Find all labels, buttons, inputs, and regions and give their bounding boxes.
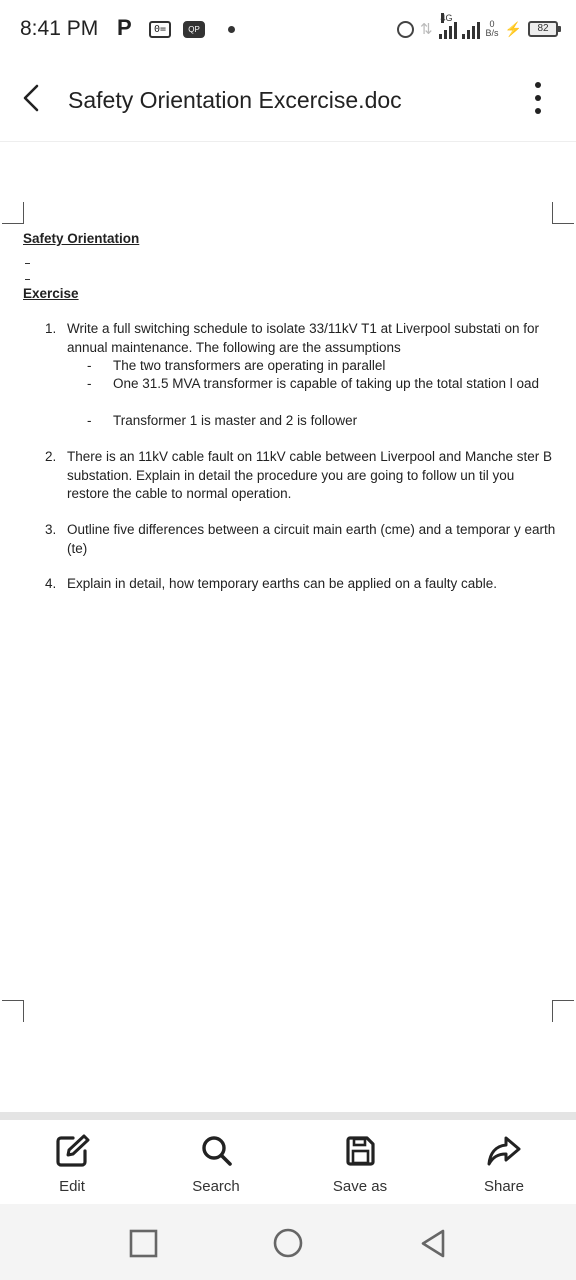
- bottom-toolbar: Edit Search Save as Share: [0, 1120, 576, 1204]
- sub-item-bullet: -: [87, 358, 92, 373]
- back-button[interactable]: [14, 80, 50, 116]
- triangle-back-icon: [421, 1229, 445, 1258]
- sub-item-bullet: -: [87, 376, 92, 391]
- share-button[interactable]: Share: [432, 1120, 576, 1204]
- crop-mark-top-left: [2, 202, 24, 224]
- sim-notification-icon: 0=: [149, 21, 171, 38]
- question-text: Outline five differences between a circu…: [67, 522, 556, 556]
- search-label: Search: [192, 1178, 240, 1195]
- app-bar: Safety Orientation Excercise.doc: [0, 58, 576, 142]
- share-icon: [487, 1136, 521, 1166]
- question-text: Explain in detail, how temporary earths …: [67, 576, 498, 591]
- edit-label: Edit: [59, 1178, 85, 1195]
- system-navigation-bar: [0, 1204, 576, 1280]
- sub-item-text: Transformer 1 is master and 2 is followe…: [113, 413, 358, 428]
- sub-item-bullet: -: [87, 413, 92, 428]
- question-text: Write a full switching schedule to isola…: [67, 321, 540, 355]
- circle-icon: [273, 1228, 303, 1258]
- whatsapp-icon: [396, 20, 414, 38]
- save-icon: [346, 1136, 375, 1166]
- charging-icon: ⚡: [504, 20, 522, 37]
- crop-mark-top-right: [552, 202, 574, 224]
- sub-item: - The two transformers are operating in …: [87, 357, 557, 376]
- app-notification-icon-2: QP: [183, 21, 205, 38]
- data-arrows-icon: ⇅: [419, 21, 433, 38]
- edit-icon: [56, 1134, 90, 1167]
- crop-mark-bottom-left: [2, 1000, 24, 1022]
- status-time: 8:41 PM: [20, 17, 99, 40]
- question-item: 3. Outline five differences between a ci…: [45, 521, 560, 558]
- network-speed: 0 B/s: [486, 20, 499, 38]
- app-notification-icon: P: [117, 15, 132, 40]
- sub-item: - Transformer 1 is master and 2 is follo…: [87, 412, 557, 431]
- document-page[interactable]: Safety Orientation Exercise 1. Write a f…: [0, 142, 576, 1112]
- crop-mark-bottom-right: [552, 1000, 574, 1022]
- status-indicators: ⇅ 4G 0 B/s ⚡ 82: [396, 13, 561, 44]
- more-options-button[interactable]: [526, 78, 550, 118]
- search-icon: [202, 1136, 232, 1166]
- question-number: 3.: [45, 522, 57, 537]
- empty-line-marker: [25, 279, 30, 280]
- question-text: There is an 11kV cable fault on 11kV cab…: [67, 449, 553, 501]
- question-item: 2. There is an 11kV cable fault on 11kV …: [45, 448, 560, 504]
- document-title: Safety Orientation Excercise.doc: [68, 87, 402, 113]
- network-type: 4G: [440, 13, 453, 23]
- document-heading: Safety Orientation: [23, 231, 140, 246]
- home-button[interactable]: [271, 1226, 305, 1260]
- empty-line-marker: [25, 263, 30, 264]
- network-speed-unit: B/s: [485, 28, 499, 38]
- sub-item: - One 31.5 MVA transformer is capable of…: [87, 375, 557, 394]
- battery-icon: 82: [528, 21, 561, 37]
- more-vertical-icon: [535, 82, 541, 88]
- nav-back-button[interactable]: [416, 1226, 450, 1260]
- sub-item-text: The two transformers are operating in pa…: [113, 358, 386, 373]
- toolbar-divider: [0, 1112, 576, 1120]
- signal-icon: 4G: [438, 13, 480, 39]
- status-bar: 8:41 PM P 0= QP ⇅ 4G 0 B/s ⚡ 82: [0, 0, 576, 58]
- sub-item-text: One 31.5 MVA transformer is capable of t…: [113, 376, 539, 391]
- question-item: 4. Explain in detail, how temporary eart…: [45, 575, 560, 594]
- share-label: Share: [483, 1178, 525, 1195]
- search-button[interactable]: Search: [144, 1120, 288, 1204]
- chevron-left-icon: [23, 84, 39, 112]
- question-number: 2.: [45, 449, 57, 464]
- square-icon: [129, 1229, 158, 1258]
- more-notifications-dot-icon: [228, 26, 235, 33]
- save-as-label: Save as: [332, 1178, 388, 1195]
- question-number: 1.: [45, 321, 57, 336]
- question-item: 1. Write a full switching schedule to is…: [45, 320, 560, 357]
- edit-button[interactable]: Edit: [0, 1120, 144, 1204]
- question-number: 4.: [45, 576, 57, 591]
- recents-button[interactable]: [127, 1226, 161, 1260]
- document-subheading: Exercise: [23, 286, 79, 301]
- save-as-button[interactable]: Save as: [288, 1120, 432, 1204]
